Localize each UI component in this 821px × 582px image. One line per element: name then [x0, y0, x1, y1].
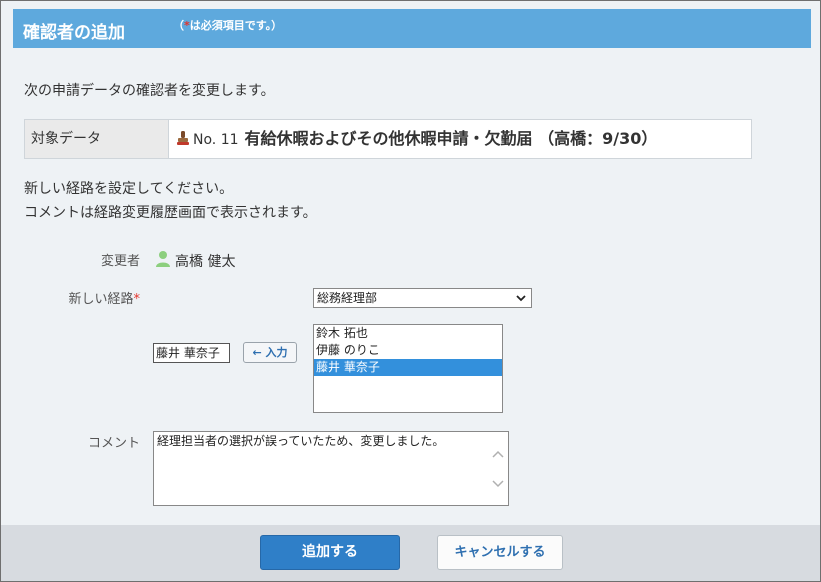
dialog-footer: [1, 525, 820, 581]
user-listbox[interactable]: 鈴木 拓也 伊藤 のりこ 藤井 華奈子: [313, 324, 503, 413]
list-item[interactable]: 伊藤 のりこ: [314, 342, 502, 359]
new-route-label-text: 新しい経路: [68, 292, 134, 307]
instruction-line-1: 新しい経路を設定してください。: [24, 181, 234, 197]
scroll-up-icon[interactable]: [492, 450, 504, 458]
target-data-label: 対象データ: [25, 120, 169, 158]
selected-user-input[interactable]: 藤井 華奈子: [153, 343, 230, 363]
cancel-button[interactable]: キャンセルする: [437, 535, 563, 570]
new-route-label: 新しい経路*: [41, 288, 140, 307]
target-name: 有給休暇およびその他休暇申請・欠勤届 （高橋：9/30）: [244, 129, 658, 148]
group-select-value: 総務経理部: [317, 291, 378, 305]
stamp-icon: [175, 123, 191, 145]
changer-label: 変更者: [100, 254, 140, 269]
comment-text: 経理担当者の選択が誤っていたため、変更しました。: [157, 434, 445, 448]
required-star: *: [133, 292, 141, 307]
list-item-selected[interactable]: 藤井 華奈子: [314, 359, 502, 376]
instruction-line-2: コメントは経路変更履歴画面で表示されます。: [24, 205, 317, 221]
target-number: No. 11: [193, 132, 239, 148]
scroll-down-icon[interactable]: [492, 480, 504, 488]
input-button[interactable]: ← 入力: [243, 342, 297, 363]
user-icon: [156, 251, 170, 267]
target-data-table: 対象データ No. 11 有給休暇およびその他休暇申請・欠勤届 （高橋：9/30）: [24, 119, 752, 159]
required-note-open: （: [173, 19, 184, 32]
add-button[interactable]: 追加する: [260, 535, 400, 570]
add-confirmer-dialog: 確認者の追加 （*は必須項目です。） 次の申請データの確認者を変更します。 対象…: [0, 0, 821, 582]
target-data-value: No. 11 有給休暇およびその他休暇申請・欠勤届 （高橋：9/30）: [175, 120, 657, 158]
dialog-title: 確認者の追加: [23, 23, 125, 43]
chevron-down-icon: [516, 295, 526, 302]
dialog-header: 確認者の追加 （*は必須項目です。）: [13, 9, 811, 48]
changer-name: 高橋 健太: [175, 254, 236, 270]
required-note: （*は必須項目です。）: [173, 17, 282, 33]
list-item[interactable]: 鈴木 拓也: [314, 325, 502, 342]
comment-label: コメント: [87, 436, 140, 451]
required-note-text: は必須項目です。）: [189, 19, 283, 32]
comment-textarea[interactable]: 経理担当者の選択が誤っていたため、変更しました。: [153, 431, 509, 506]
group-select[interactable]: 総務経理部: [313, 288, 532, 308]
intro-text: 次の申請データの確認者を変更します。: [24, 83, 275, 99]
